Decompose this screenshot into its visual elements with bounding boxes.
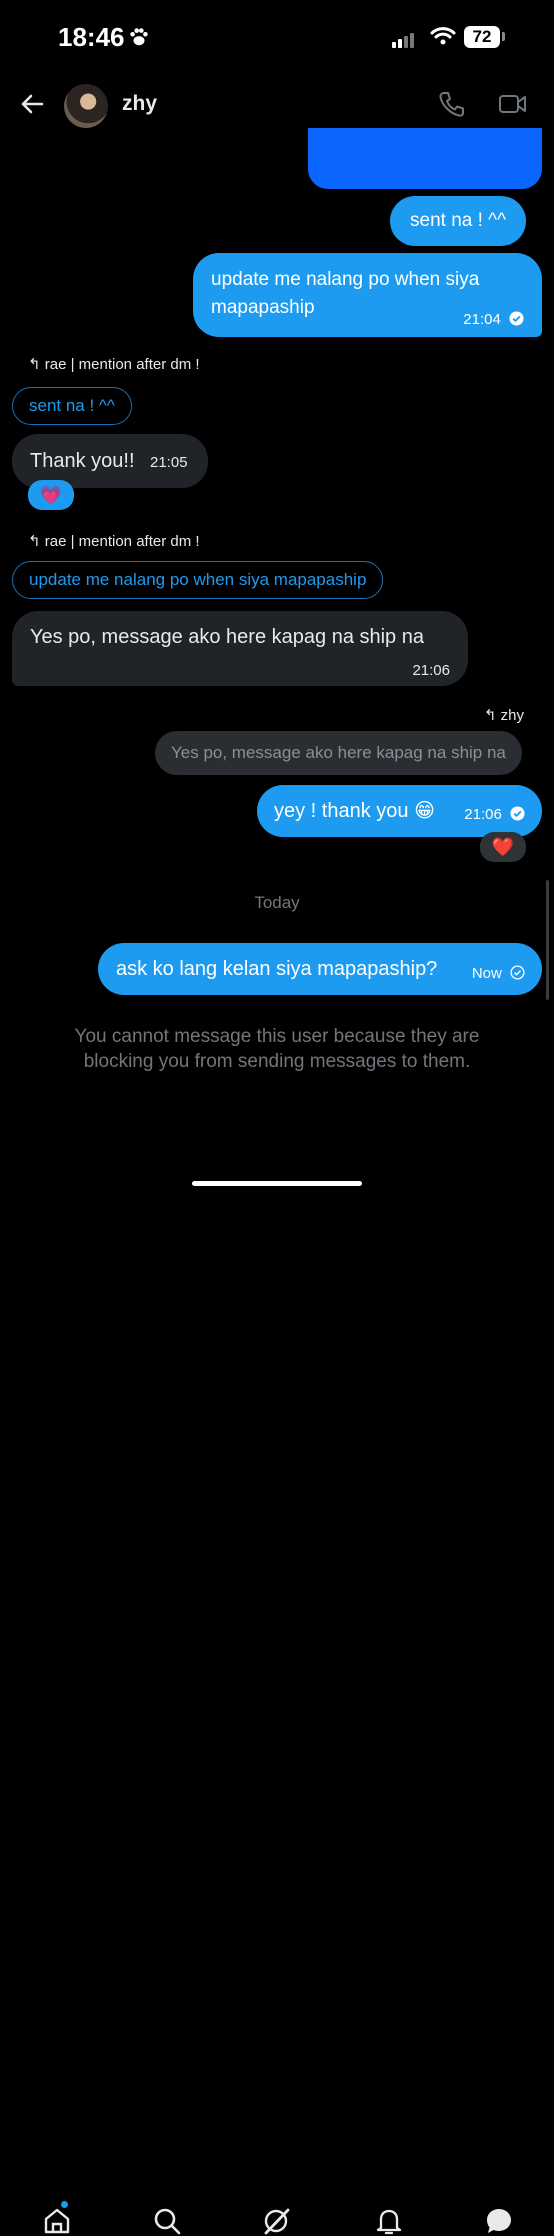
message-bubble-outgoing[interactable]: ask ko lang kelan siya mapapaship? Now <box>98 943 542 995</box>
reply-icon: ↰ <box>28 533 41 550</box>
blocked-notice: You cannot message this user because the… <box>74 1026 480 1072</box>
reply-context: ↰ rae | mention after dm ! <box>28 355 200 373</box>
message-timestamp: 21:04 <box>463 306 524 334</box>
paw-icon <box>130 28 148 46</box>
message-text: Thank you!! <box>30 450 135 472</box>
reaction-badge[interactable]: 💗 <box>28 480 74 510</box>
bottom-navigation <box>0 1096 554 2235</box>
quoted-message[interactable]: update me nalang po when siya mapapaship <box>12 561 384 599</box>
check-icon <box>509 311 524 326</box>
signal-icon <box>392 30 416 48</box>
grok-icon[interactable] <box>262 2206 292 2236</box>
battery-tip <box>502 32 505 41</box>
wifi-icon <box>430 27 456 45</box>
reply-context: ↰ rae | mention after dm ! <box>28 532 200 550</box>
reply-icon: ↰ <box>28 356 41 373</box>
messages-icon[interactable] <box>484 2206 514 2236</box>
message-text: sent na ! ^^ <box>410 210 506 231</box>
home-indicator[interactable] <box>192 1181 362 1186</box>
message-timestamp: 21:05 <box>150 454 188 471</box>
back-arrow-icon[interactable] <box>18 90 46 118</box>
check-icon <box>510 806 525 821</box>
date-divider: Today <box>254 893 300 912</box>
message-bubble-outgoing[interactable]: sent na ! ^^ <box>390 196 526 246</box>
check-icon <box>510 965 525 980</box>
message-text: ask ko lang kelan siya mapapaship? <box>116 958 438 980</box>
message-bubble-partial[interactable] <box>308 128 542 189</box>
quoted-message[interactable]: Yes po, message ako here kapag na ship n… <box>155 731 522 775</box>
reply-to-label: zhy <box>500 707 524 724</box>
message-timestamp: 21:06 <box>412 662 450 679</box>
message-timestamp: Now <box>472 960 525 988</box>
message-bubble-outgoing[interactable]: yey ! thank you 😁 21:06 <box>257 785 542 837</box>
bell-icon[interactable] <box>374 2206 404 2236</box>
home-icon[interactable] <box>42 2206 72 2236</box>
video-icon[interactable] <box>498 92 528 116</box>
message-bubble-incoming[interactable]: Yes po, message ako here kapag na ship n… <box>12 611 468 686</box>
home-notification-dot <box>61 2201 68 2208</box>
avatar[interactable] <box>64 84 108 128</box>
reaction-badge[interactable]: ❤️ <box>480 832 526 862</box>
quoted-message[interactable]: sent na ! ^^ <box>12 387 132 425</box>
message-text: Yes po, message ako here kapag na ship n… <box>30 626 424 648</box>
message-bubble-outgoing[interactable]: update me nalang po when siya mapapaship… <box>193 253 542 337</box>
reply-to-label: rae | mention after dm ! <box>44 533 200 550</box>
message-timestamp: 21:06 <box>464 801 525 829</box>
message-text: yey ! thank you 😁 <box>274 800 435 822</box>
conversation-username[interactable]: zhy <box>122 92 157 116</box>
search-icon[interactable] <box>152 2206 182 2236</box>
reply-icon: ↰ <box>483 707 497 724</box>
battery-indicator: 72 <box>464 26 500 48</box>
reply-to-label: rae | mention after dm ! <box>44 356 200 373</box>
scrollbar[interactable] <box>546 880 549 1000</box>
phone-icon[interactable] <box>438 90 464 118</box>
status-time: 18:46 <box>58 22 125 52</box>
reply-context: ↰ zhy <box>484 706 524 724</box>
